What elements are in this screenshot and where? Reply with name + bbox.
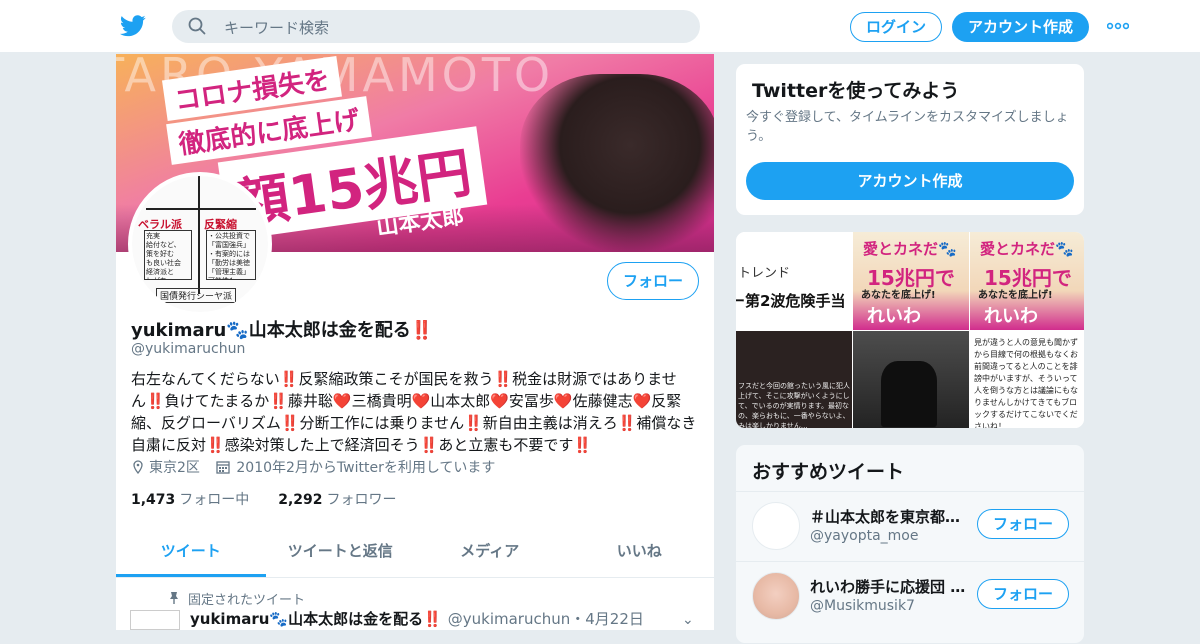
media-grid: トレンド ー第2波危険手当 愛とカネだ🐾 15兆円で あなたを底上げ! れいわ … — [735, 231, 1085, 429]
media-tile-1-text-b: ー第2波危険手当 — [736, 292, 846, 310]
recommended-account-handle[interactable]: @Musikmusik7 — [810, 598, 915, 614]
search-bar[interactable]: キーワード検索 — [172, 10, 700, 43]
pinned-tweet-label: 固定されたツイート — [188, 593, 306, 608]
avatar[interactable] — [752, 572, 800, 620]
tab-likes[interactable]: いいね — [565, 528, 715, 577]
media-poster-slogan: 愛とカネだ🐾 — [863, 240, 957, 258]
signup-prompt-title: Twitterを使ってみよう — [752, 80, 960, 102]
search-input[interactable]: キーワード検索 — [224, 17, 329, 38]
avatar[interactable] — [752, 502, 800, 550]
profile-meta: 東京2区 2010年2月からTwitterを利用しています — [131, 457, 503, 477]
twitter-bird-icon[interactable] — [120, 14, 146, 38]
login-button[interactable]: ログイン — [850, 12, 942, 42]
media-poster-party: れいわ — [984, 306, 1038, 327]
top-navigation-bar: キーワード検索 ログイン アカウント作成 — [0, 0, 1200, 53]
followers-label[interactable]: フォロワー — [327, 492, 397, 508]
followers-count[interactable]: 2,292 — [278, 492, 322, 508]
media-poster-sub: あなたを底上げ! — [978, 290, 1053, 301]
profile-bio: 右左なんてくだらない‼️反緊縮政策こそが国民を救う‼️税金は財源ではありません‼… — [131, 370, 697, 454]
banner-photo — [520, 74, 714, 252]
calendar-icon — [216, 461, 231, 474]
recommended-title: おすすめツイート — [752, 461, 905, 483]
tweet-author-name[interactable]: yukimaru🐾山本太郎は金を配る‼️ — [190, 610, 442, 628]
profile-stats: 1,473 フォロー中 2,292 フォロワー — [131, 489, 397, 509]
media-poster-sub: あなたを底上げ! — [861, 290, 936, 301]
avatar-image: ベラル派 反緊縮 充実 給付など、 策を好む も良い社会 経済派と しがち ・公… — [132, 176, 268, 312]
follow-button[interactable]: フォロー — [607, 262, 699, 300]
following-label[interactable]: フォロー中 — [179, 492, 249, 508]
follow-button[interactable]: フォロー — [977, 579, 1069, 609]
media-tile-6-text: 見が違うと人の意見も聞かずから目線で何の根拠もなくお前間違ってると人のことを誹謗… — [974, 338, 1078, 429]
signup-prompt-text: 今すぐ登録して、タイムラインをカスタマイズしましょう。 — [746, 110, 1069, 144]
media-tile-4[interactable]: フスだと今回の館ったいう風に犯人上げて、そこに攻撃がいくようにして、でいるのが実… — [736, 331, 852, 429]
profile-tabs: ツイート ツイートと返信 メディア いいね — [116, 528, 714, 578]
recommended-account-name[interactable]: れいわ勝手に応援団 🐾 — [810, 576, 968, 597]
profile-avatar[interactable]: ベラル派 反緊縮 充実 給付など、 策を好む も良い社会 経済派と しがち ・公… — [128, 172, 272, 316]
more-icon[interactable] — [1107, 20, 1129, 32]
media-poster-slogan: 愛とカネだ🐾 — [980, 240, 1074, 258]
search-icon — [188, 17, 206, 35]
recommended-account[interactable]: ＃山本太郎を東京都知事に @yayopta_moe フォロー — [736, 492, 1086, 560]
recommended-tweets-card: おすすめツイート ＃山本太郎を東京都知事に @yayopta_moe フォロー … — [735, 444, 1086, 644]
following-count[interactable]: 1,473 — [131, 492, 175, 508]
avatar-left-box: 充実 給付など、 策を好む も良い社会 経済派と しがち — [144, 230, 192, 280]
tab-tweets[interactable]: ツイート — [116, 528, 266, 577]
tweet-header: yukimaru🐾山本太郎は金を配る‼️ @yukimaruchun・4月22日 — [190, 608, 644, 629]
recommended-account[interactable]: れいわ勝手に応援団 🐾 @Musikmusik7 フォロー — [736, 561, 1086, 629]
create-account-button[interactable]: アカウント作成 — [746, 162, 1074, 200]
avatar-divider — [198, 176, 200, 294]
signup-prompt-card: Twitterを使ってみよう 今すぐ登録して、タイムラインをカスタマイズしましょ… — [735, 63, 1085, 216]
signup-button[interactable]: アカウント作成 — [952, 12, 1089, 42]
tweet-date[interactable]: ・4月22日 — [570, 610, 644, 628]
pin-icon — [170, 592, 178, 604]
display-name[interactable]: yukimaru🐾山本太郎は金を配る‼️ — [131, 316, 433, 342]
tab-media[interactable]: メディア — [415, 528, 565, 577]
media-poster-party: れいわ — [867, 306, 921, 327]
media-tile-1-text-a: トレンド — [738, 266, 791, 281]
media-tile-4-caption: フスだと今回の館ったいう風に犯人上げて、そこに攻撃がいくようにして、でいるのが実… — [738, 382, 850, 429]
chevron-down-icon[interactable]: ⌄ — [682, 612, 694, 628]
media-tile-5-photo — [881, 361, 937, 427]
tweet-author-handle[interactable]: @yukimaruchun — [448, 610, 570, 628]
profile-column: TARO YAMAMOTO コロナ損失を 徹底的に底上げ 額15兆円 山本太郎 … — [116, 54, 714, 630]
recommended-account-name[interactable]: ＃山本太郎を東京都知事に — [810, 506, 968, 527]
media-tile-2[interactable]: 愛とカネだ🐾 15兆円で あなたを底上げ! れいわ — [853, 232, 969, 330]
avatar-footer: 国債発行シーヤ派 — [156, 288, 237, 303]
location-icon — [133, 460, 143, 475]
tweet-avatar[interactable] — [130, 610, 180, 630]
recommended-account-handle[interactable]: @yayopta_moe — [810, 528, 919, 544]
avatar-crossbar — [146, 208, 256, 210]
user-handle[interactable]: @yukimaruchun — [131, 341, 245, 357]
media-tile-5[interactable] — [853, 331, 969, 428]
follow-button[interactable]: フォロー — [977, 509, 1069, 539]
avatar-right-box: ・公共投資で 「富国強兵」 ・有案的には 「勤労は美徳 「管理主義」 可能性も — [206, 230, 256, 280]
media-tile-3[interactable]: 愛とカネだ🐾 15兆円で あなたを底上げ! れいわ — [970, 232, 1084, 330]
media-tile-6[interactable]: 見が違うと人の意見も聞かずから目線で何の根拠もなくお前間違ってると人のことを誹謗… — [970, 331, 1084, 429]
joined-text: 2010年2月からTwitterを利用しています — [236, 460, 496, 476]
media-tile-1[interactable]: トレンド ー第2波危険手当 — [736, 232, 852, 330]
tab-tweets-and-replies[interactable]: ツイートと返信 — [266, 528, 416, 577]
location-text: 東京2区 — [149, 460, 200, 476]
